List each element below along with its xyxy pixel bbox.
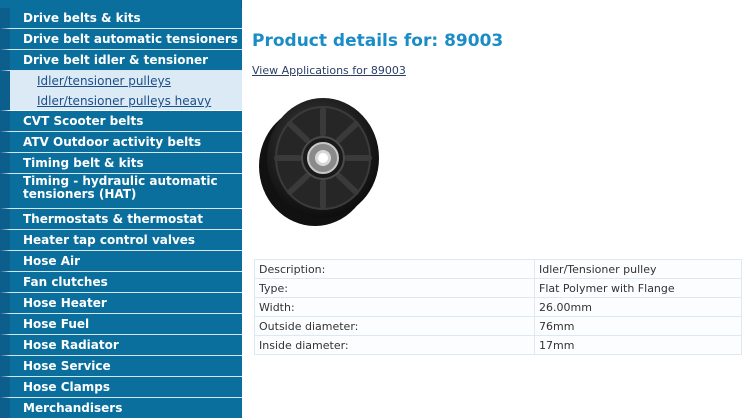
nav-item-hose-clamps[interactable]: Hose Clamps <box>0 377 242 398</box>
table-row: Inside diameter: 17mm <box>254 335 742 355</box>
spec-label: Description: <box>254 259 535 279</box>
nav-item-thermostats-gaskets[interactable]: Thermostats & thermostat gaskets <box>0 209 242 246</box>
nav-item-fan-clutches[interactable]: Fan clutches <box>0 272 242 293</box>
nav-item-hose-heater[interactable]: Hose Heater <box>0 293 242 314</box>
view-applications-link[interactable]: View Applications for 89003 <box>252 64 406 77</box>
spec-label: Inside diameter: <box>254 335 535 355</box>
nav-subitem-idler-tensioner-pulleys-heavy-duty[interactable]: Idler/tensioner pulleys heavy duty <box>0 91 242 128</box>
spec-label: Type: <box>254 278 535 298</box>
table-row: Outside diameter: 76mm <box>254 316 742 336</box>
nav-item-heater-tap-control-valves[interactable]: Heater tap control valves <box>0 230 242 251</box>
nav-item-drive-belt-automatic-tensioners[interactable]: Drive belt automatic tensioners <box>0 29 242 50</box>
nav-item-hose-air[interactable]: Hose Air <box>0 251 242 272</box>
product-specs-table: Description: Idler/Tensioner pulley Type… <box>254 259 742 355</box>
pulley-product-image <box>259 98 379 226</box>
nav-item-hose-service[interactable]: Hose Service <box>0 356 242 377</box>
spec-value: 17mm <box>534 335 742 355</box>
nav-item-hose-radiator[interactable]: Hose Radiator <box>0 335 242 356</box>
nav-subitem-idler-tensioner-pulleys[interactable]: Idler/tensioner pulleys <box>0 71 242 91</box>
nav-item-atv-outdoor-activity-belts[interactable]: ATV Outdoor activity belts <box>0 132 242 153</box>
table-row: Type: Flat Polymer with Flange <box>254 278 742 298</box>
nav-item-merchandisers[interactable]: Merchandisers <box>0 398 242 418</box>
nav-item-cvt-scooter-belts[interactable]: CVT Scooter belts <box>0 111 242 132</box>
spec-value: Idler/Tensioner pulley <box>534 259 742 279</box>
table-row: Width: 26.00mm <box>254 297 742 317</box>
nav-item-drive-belts-kits[interactable]: Drive belts & kits <box>0 8 242 29</box>
spec-value: 76mm <box>534 316 742 336</box>
spec-label: Outside diameter: <box>254 316 535 336</box>
spec-value: 26.00mm <box>534 297 742 317</box>
nav-item-timing-hydraulic-tensioners[interactable]: Timing - hydraulic automatic tensioners … <box>0 174 242 209</box>
spec-value: Flat Polymer with Flange <box>534 278 742 298</box>
page-title: Product details for: 89003 <box>252 31 504 51</box>
nav-item-drive-belt-idler-tensioner-pulleys[interactable]: Drive belt idler & tensioner pulleys <box>0 50 242 87</box>
spec-label: Width: <box>254 297 535 317</box>
nav-item-timing-belt-kits[interactable]: Timing belt & kits <box>0 153 242 174</box>
table-row: Description: Idler/Tensioner pulley <box>254 259 742 279</box>
sidebar-nav: Drive belts & kits Drive belt automatic … <box>0 0 242 418</box>
nav-item-hose-fuel[interactable]: Hose Fuel <box>0 314 242 335</box>
